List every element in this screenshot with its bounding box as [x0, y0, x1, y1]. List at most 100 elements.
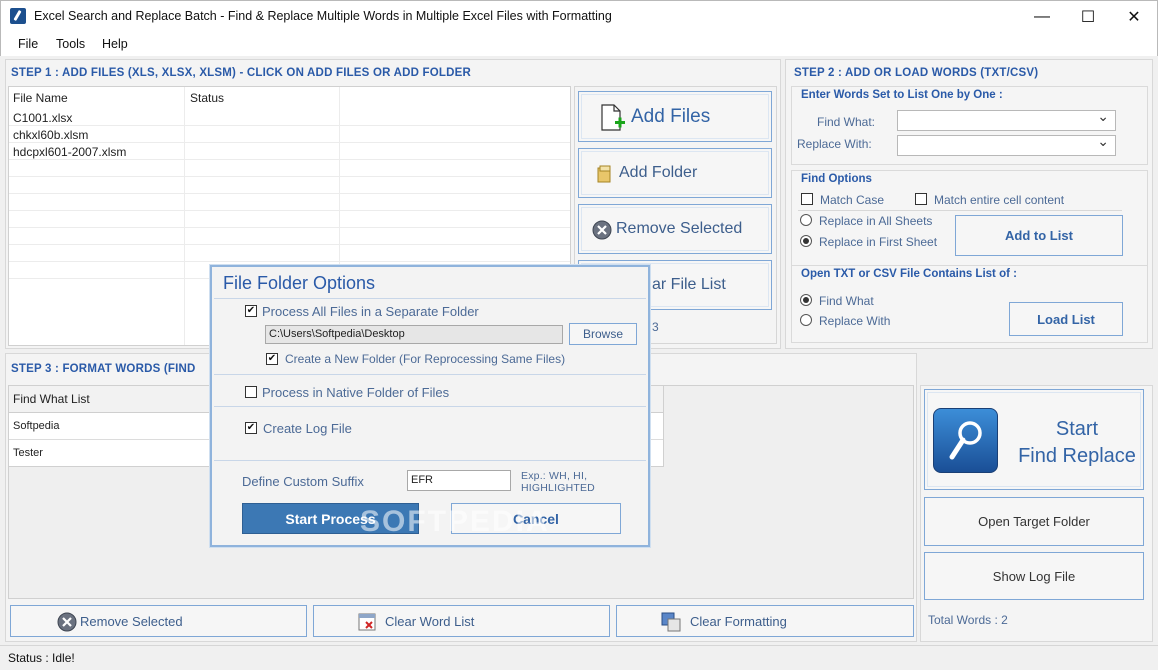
status-bar: Status : Idle! [0, 645, 1158, 670]
table-row[interactable]: hdcpxl601-2007.xlsm [9, 143, 570, 160]
suffix-value: EFR [411, 474, 433, 486]
match-case-label[interactable]: Match Case [820, 193, 884, 207]
table-row[interactable]: chkxl60b.xlsm [9, 126, 570, 143]
close-button[interactable]: ✕ [1111, 1, 1157, 32]
load-find-what-label[interactable]: Find What [819, 294, 874, 308]
create-log-checkbox[interactable]: ✔ [245, 422, 257, 434]
find-what-combo[interactable] [897, 108, 1116, 131]
remove-selected-label: Remove Selected [616, 220, 743, 237]
dialog-title: File Folder Options [223, 273, 376, 293]
load-list-button[interactable]: Load List [1009, 302, 1123, 336]
process-native-checkbox[interactable] [245, 386, 257, 398]
column-find-what[interactable]: Find What List [13, 392, 90, 406]
divider [214, 406, 646, 407]
find-options-title: Find Options [801, 173, 872, 185]
clear-word-list-button[interactable]: Clear Word List [313, 605, 610, 637]
suffix-input[interactable]: EFR [407, 470, 511, 491]
window-title: Excel Search and Replace Batch - Find & … [34, 9, 612, 23]
file-name-cell: hdcpxl601-2007.xlsm [13, 145, 127, 159]
create-new-folder-checkbox[interactable]: ✔ [266, 353, 278, 365]
minimize-button[interactable]: — [1019, 1, 1065, 32]
add-file-icon [601, 104, 625, 131]
add-folder-button[interactable]: Add Folder [578, 148, 772, 198]
clear-formatting-button[interactable]: Clear Formatting [616, 605, 914, 637]
show-log-file-button[interactable]: Show Log File [924, 552, 1144, 600]
table-row [9, 160, 570, 177]
create-log-label[interactable]: Create Log File [263, 421, 352, 436]
process-separate-label[interactable]: Process All Files in a Separate Folder [262, 304, 479, 319]
divider [214, 298, 646, 299]
remove-selected-words-button[interactable]: Remove Selected [10, 605, 307, 637]
column-file-name[interactable]: File Name [13, 91, 68, 105]
table-row [9, 228, 570, 245]
maximize-button[interactable]: ☐ [1065, 1, 1111, 32]
find-options-group: Find Options Match Case Match entire cel… [791, 170, 1148, 266]
clear-word-list-label: Clear Word List [385, 614, 475, 629]
word-cell: Softpedia [13, 420, 60, 432]
clear-file-list-label: ar File List [652, 276, 726, 293]
column-status[interactable]: Status [190, 91, 224, 105]
remove-icon [57, 612, 77, 632]
open-target-folder-button[interactable]: Open Target Folder [924, 497, 1144, 546]
table-row [9, 177, 570, 194]
match-entire-label[interactable]: Match entire cell content [934, 193, 1064, 207]
start-find-replace-label: Start Find Replace [1007, 416, 1147, 470]
replace-all-sheets-label[interactable]: Replace in All Sheets [819, 214, 932, 228]
menu-file[interactable]: File [18, 37, 38, 51]
step1-heading: STEP 1 : ADD FILES (XLS, XLSX, XLSM) - C… [11, 67, 471, 79]
process-native-label[interactable]: Process in Native Folder of Files [262, 385, 449, 400]
add-to-list-label: Add to List [1005, 228, 1073, 243]
clear-formatting-icon [661, 612, 681, 632]
path-input[interactable]: C:\Users\Softpedia\Desktop [265, 325, 563, 344]
table-row[interactable]: C1001.xlsx [9, 109, 570, 126]
remove-icon [592, 220, 612, 240]
load-list-label: Load List [1037, 311, 1095, 327]
menu-tools[interactable]: Tools [56, 37, 85, 51]
watermark: SOFTPEDIA [360, 505, 550, 538]
enter-words-title: Enter Words Set to List One by One : [801, 89, 1003, 101]
app-icon [10, 8, 26, 24]
divider [214, 374, 646, 375]
file-count: 3 [652, 320, 659, 334]
add-files-button[interactable]: Add Files [578, 91, 772, 142]
add-files-label: Add Files [631, 106, 711, 127]
file-name-cell: chkxl60b.xlsm [13, 128, 89, 142]
start-label-line1: Start [1055, 418, 1099, 440]
menu-help[interactable]: Help [102, 37, 128, 51]
total-words: Total Words : 2 [928, 613, 1008, 627]
replace-with-combo[interactable] [897, 133, 1116, 156]
load-find-what-radio[interactable] [800, 294, 812, 306]
suffix-hint: Exp.: WH, HI, HIGHLIGHTED [521, 470, 595, 494]
load-replace-with-radio[interactable] [800, 314, 812, 326]
match-entire-checkbox[interactable] [915, 193, 927, 205]
status-text: Status : Idle! [8, 651, 75, 665]
enter-words-group: Enter Words Set to List One by One : Fin… [791, 86, 1148, 165]
replace-with-label: Replace With: [797, 137, 872, 151]
clear-list-icon [358, 613, 376, 631]
folder-icon [597, 165, 611, 183]
add-to-list-button[interactable]: Add to List [955, 215, 1123, 256]
create-new-folder-label[interactable]: Create a New Folder (For Reprocessing Sa… [285, 352, 565, 366]
table-row [9, 194, 570, 211]
browse-button[interactable]: Browse [569, 323, 637, 345]
add-folder-label: Add Folder [619, 164, 698, 181]
match-case-checkbox[interactable] [801, 193, 813, 205]
load-replace-with-label[interactable]: Replace With [819, 314, 890, 328]
open-file-group: Open TXT or CSV File Contains List of : … [791, 265, 1148, 343]
replace-first-sheet-label[interactable]: Replace in First Sheet [819, 235, 937, 249]
word-cell: Tester [13, 447, 43, 459]
clear-formatting-label: Clear Formatting [690, 614, 787, 629]
suffix-label: Define Custom Suffix [242, 474, 364, 489]
remove-selected-files-button[interactable]: Remove Selected [578, 204, 772, 254]
start-find-replace-button[interactable]: Start Find Replace [924, 389, 1144, 490]
table-row [9, 211, 570, 228]
divider [214, 460, 646, 461]
open-target-folder-label: Open Target Folder [978, 514, 1090, 529]
title-bar: Excel Search and Replace Batch - Find & … [0, 0, 1158, 32]
replace-all-sheets-radio[interactable] [800, 214, 812, 226]
replace-first-sheet-radio[interactable] [800, 235, 812, 247]
show-log-file-label: Show Log File [992, 568, 1076, 584]
process-separate-checkbox[interactable]: ✔ [245, 305, 257, 317]
find-what-label: Find What: [817, 115, 876, 129]
table-row [9, 245, 570, 262]
